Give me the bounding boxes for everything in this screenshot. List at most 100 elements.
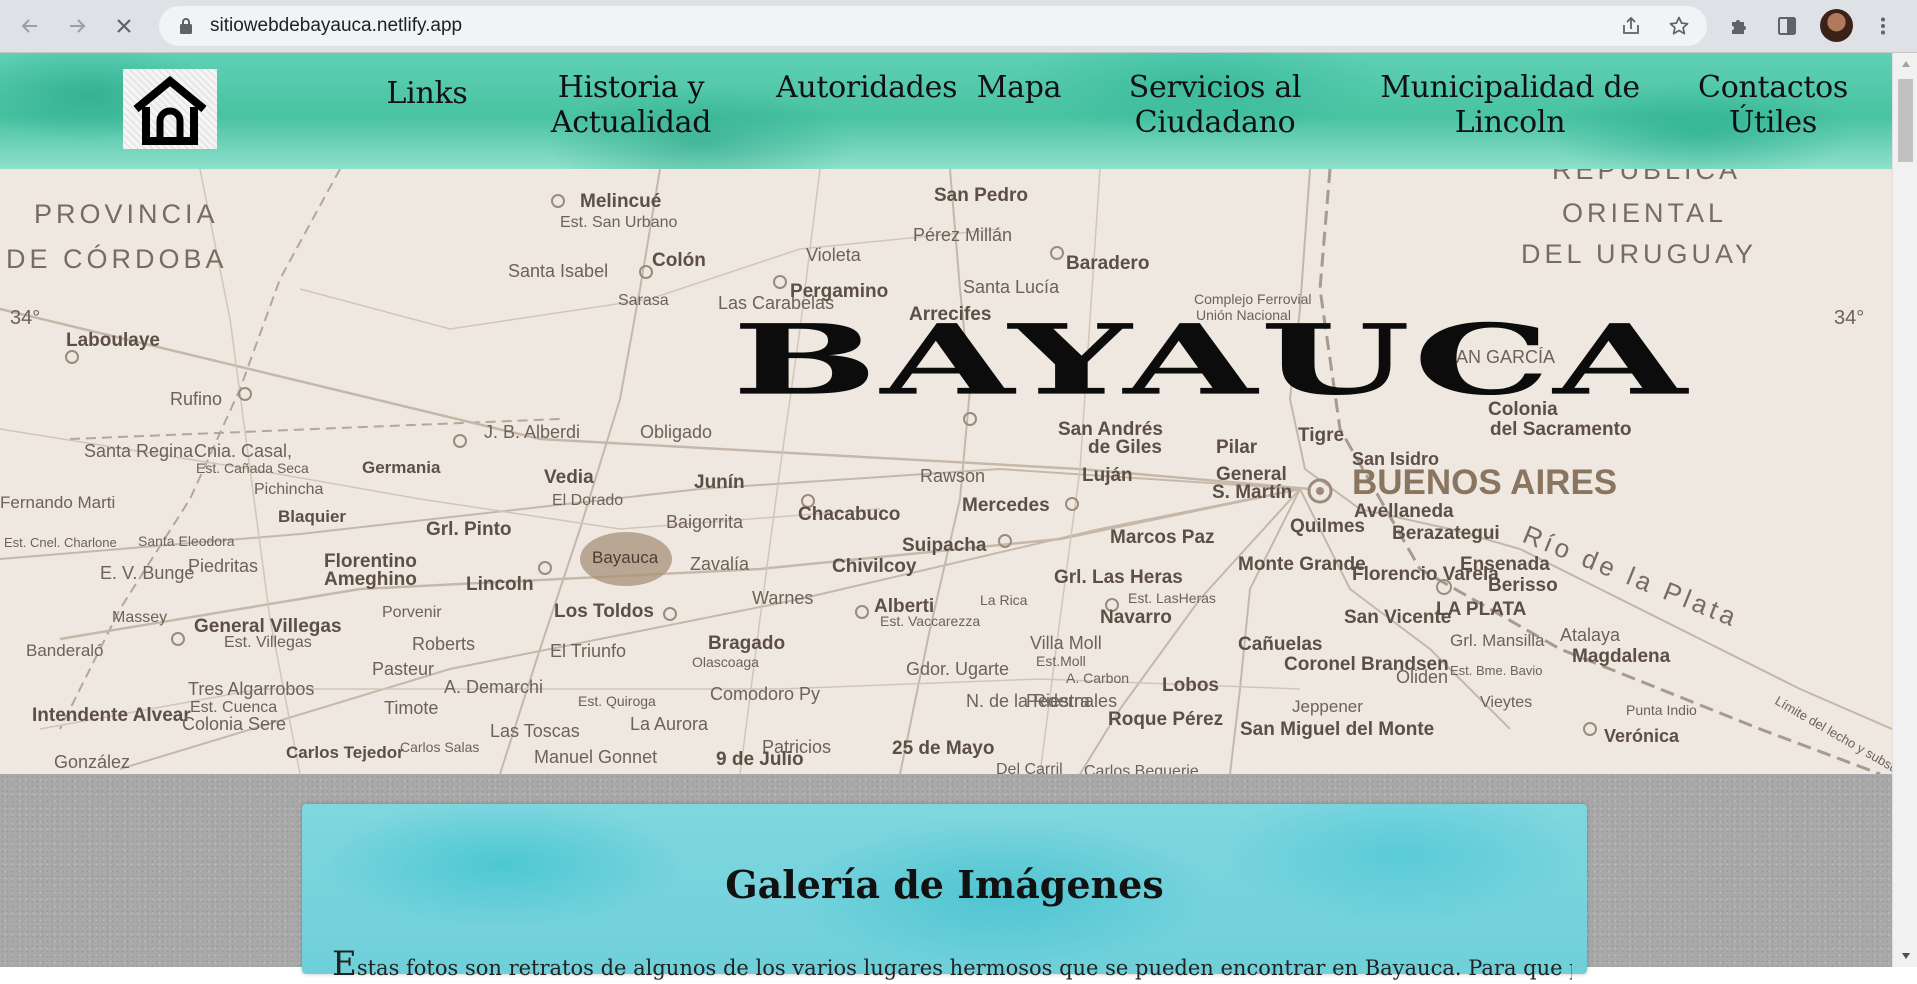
map-label-s-martin: S. Martín (1212, 482, 1293, 503)
map-label-gonzalez: González (54, 752, 131, 772)
nav-autoridades[interactable]: Autoridades (776, 70, 957, 105)
map-label-violeta: Violeta (806, 245, 861, 265)
map-label-carlos-beguerie: Carlos Beguerie (1084, 763, 1199, 774)
map-label-a-carbon: A. Carbon (1066, 670, 1130, 686)
nav-autoridades-label: Autoridades (776, 70, 958, 105)
map-label-warnes: Warnes (752, 588, 814, 608)
map-label-veinticinco-de-mayo: 25 de Mayo (892, 738, 995, 759)
nav-municipalidad-label-2: Lincoln (1454, 105, 1566, 140)
nav-contactos-label: Contactos (1698, 70, 1848, 105)
map-label-olascoaga: Olascoaga (692, 654, 759, 670)
map-label-germania: Germania (362, 458, 441, 477)
nav-mapa[interactable]: Mapa (974, 70, 1064, 105)
map-label-colon: Colón (652, 250, 706, 271)
nav-municipalidad[interactable]: Municipalidad de Lincoln (1379, 70, 1641, 140)
map-label-buenos-aires: BUENOS AIRES (1352, 463, 1618, 502)
extensions-button[interactable] (1722, 9, 1756, 43)
map-label-tres-algarrobos: Tres Algarrobos (188, 679, 315, 699)
map-label-perez-millan: Pérez Millán (913, 225, 1013, 245)
nav-contactos-label-2: Útiles (1729, 105, 1817, 140)
map-label-massey: Massey (112, 609, 168, 626)
puzzle-icon (1732, 20, 1746, 34)
nav-historia-label: Historia y (557, 70, 705, 105)
arrow-left-icon (21, 19, 37, 33)
profile-avatar[interactable] (1820, 9, 1853, 42)
map-label-zavalia: Zavalía (690, 554, 750, 574)
map-label-santa-lucia: Santa Lucía (963, 277, 1060, 297)
site-header: Links Historia y Actualidad Autoridades M… (0, 53, 1892, 169)
nav-municipalidad-label: Municipalidad de (1380, 70, 1640, 105)
map-label-obligado: Obligado (640, 422, 713, 442)
bookmark-button[interactable] (1662, 9, 1696, 43)
map-label-est-canada-seca: Est. Cañada Seca (196, 460, 309, 476)
map-label-atalaya: Atalaya (1560, 625, 1621, 645)
map-label-avellaneda: Avellaneda (1354, 501, 1454, 522)
map-label-pichincha: Pichincha (254, 481, 324, 498)
map-label-e-v-bunge: E. V. Bunge (100, 563, 195, 583)
map-label-canuelas: Cañuelas (1238, 634, 1323, 655)
map-label-baigorrita: Baigorrita (666, 512, 744, 532)
map-label-ameghino: Ameghino (324, 569, 417, 590)
browser-menu-button[interactable] (1866, 9, 1900, 43)
scrollbar-thumb[interactable] (1898, 79, 1913, 162)
share-button[interactable] (1614, 9, 1648, 43)
map-label-cnia-casal: Cnia. Casal, (194, 441, 293, 461)
side-panel-button[interactable] (1770, 9, 1804, 43)
nav-contactos[interactable]: Contactos Útiles (1690, 70, 1856, 140)
map-label-pedernales: Pedernales (1026, 691, 1118, 711)
map-label-chivilcoy: Chivilcoy (832, 556, 917, 577)
map-label-el-dorado: El Dorado (552, 492, 624, 509)
map-label-jeppener: Jeppener (1292, 697, 1363, 716)
map-label-piedritas: Piedritas (188, 556, 259, 576)
map-label-santa-regina: Santa Regina (84, 441, 194, 461)
forward-button[interactable] (59, 8, 95, 44)
map-label-manuel-gonnet: Manuel Gonnet (534, 747, 658, 767)
nav-historia[interactable]: Historia y Actualidad (545, 70, 717, 140)
nav-servicios-label-2: Ciudadano (1134, 105, 1296, 140)
map-label-carlos-salas: Carlos Salas (400, 739, 480, 755)
map-label-est-vaccarezza: Est. Vaccarezza (880, 613, 981, 629)
map-label-j-b-alberdi: J. B. Alberdi (484, 422, 581, 442)
map-label-est-villegas: Est. Villegas (224, 634, 312, 651)
nav-historia-label-2: Actualidad (550, 105, 712, 140)
map-label-ensenada: Ensenada (1460, 554, 1550, 575)
map-label-republica: REPUBLICA (1552, 169, 1742, 185)
map-label-la-aurora: La Aurora (630, 714, 709, 734)
map-label-santa-eleodora: Santa Eleodora (138, 533, 235, 549)
map-label-berisso: Berisso (1488, 575, 1558, 596)
map-label-vedia: Vedia (544, 467, 594, 488)
map-label-san-vicente: San Vicente (1344, 607, 1452, 628)
page-scrollbar[interactable] (1892, 53, 1917, 967)
nav-links[interactable]: Links (372, 76, 482, 111)
address-bar[interactable]: sitiowebdebayauca.netlify.app (159, 6, 1707, 46)
map-label-el-triunfo: El Triunfo (550, 641, 627, 661)
map-label-veronica: Verónica (1604, 726, 1680, 746)
arrow-right-icon (70, 19, 86, 33)
map-label-marcos-paz: Marcos Paz (1110, 527, 1215, 548)
map-label-carlos-tejedor: Carlos Tejedor (286, 743, 404, 762)
map-label-magdalena: Magdalena (1572, 646, 1671, 667)
map-label-las-toscas: Las Toscas (490, 721, 580, 741)
home-icon (133, 75, 207, 145)
side-panel-icon (1778, 17, 1796, 35)
back-button[interactable] (12, 8, 48, 44)
map-label-pergamino: Pergamino (790, 281, 889, 302)
map-label-colonia-sere: Colonia Sere (182, 714, 287, 734)
scroll-down-button[interactable] (1893, 945, 1917, 967)
map-label-roberts: Roberts (412, 634, 476, 654)
main-content: Galería de Imágenes Estas fotos son retr… (0, 774, 1892, 984)
nav-servicios[interactable]: Servicios al Ciudadano (1122, 70, 1308, 140)
stop-loading-button[interactable] (106, 8, 142, 44)
url-text[interactable]: sitiowebdebayauca.netlify.app (210, 15, 462, 37)
map-label-rawson: Rawson (920, 466, 986, 486)
map-label-a-demarchi: A. Demarchi (444, 677, 544, 697)
map-label-est-moll: Est.Moll (1036, 653, 1086, 669)
scroll-up-button[interactable] (1893, 53, 1917, 75)
nav-links-label: Links (386, 76, 468, 111)
map-label-baradero: Baradero (1066, 253, 1150, 274)
lock-icon[interactable] (179, 17, 193, 35)
home-logo-link[interactable] (123, 69, 217, 149)
map-label-banderalo: Banderaló (26, 641, 104, 660)
map-label-del-uruguay: DEL URUGUAY (1521, 239, 1758, 269)
map-label-grl-mansilla: Grl. Mansilla (1450, 631, 1545, 650)
